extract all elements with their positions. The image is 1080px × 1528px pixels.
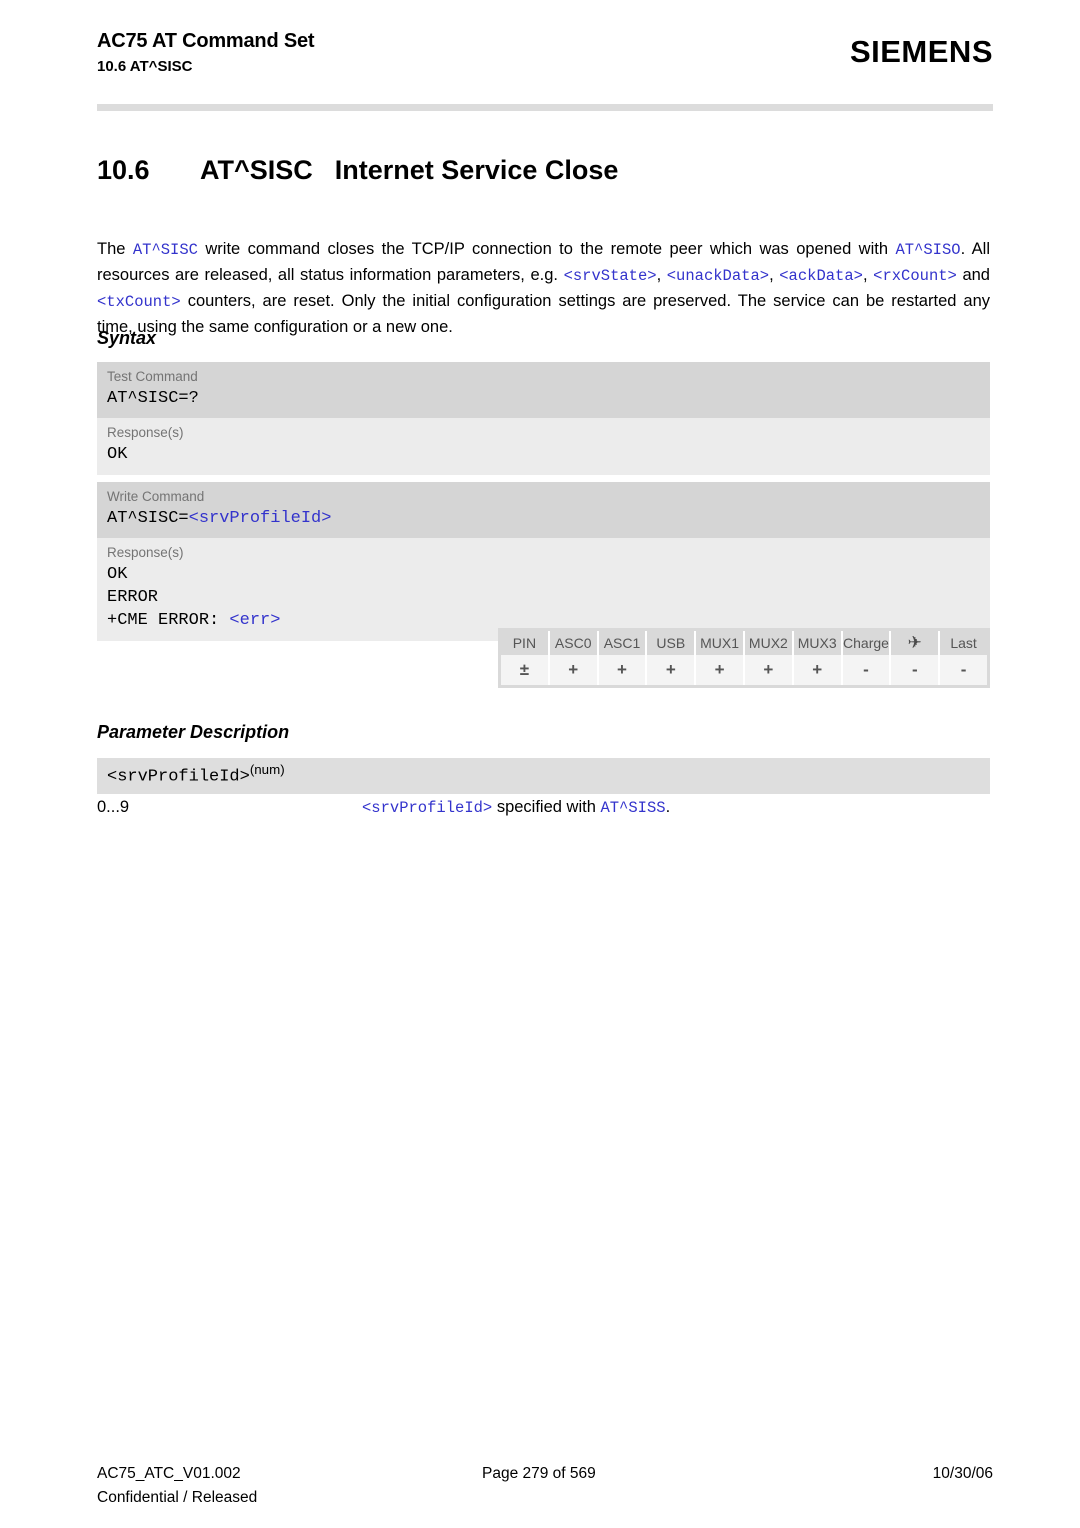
intro-text: , [862, 265, 874, 284]
intro-text: , [769, 265, 780, 284]
inline-code-txcount: <txCount> [97, 292, 181, 311]
capability-column-asc1: ASC1 [598, 631, 648, 655]
capability-value-usb: + [647, 655, 697, 685]
capability-value-asc1: + [598, 655, 648, 685]
capability-column-last: Last [940, 631, 987, 655]
airplane-icon: ✈ [891, 631, 941, 655]
inline-code-atsiso: AT^SISO [895, 240, 961, 259]
intro-text: , [656, 265, 667, 284]
page-footer: AC75_ATC_V01.002 Page 279 of 569 10/30/0… [97, 1462, 993, 1510]
page-title: 10.6 AT^SISC Internet Service Close [97, 153, 977, 187]
write-command-block: Write Command AT^SISC=<srvProfileId> Res… [97, 482, 990, 641]
header-divider [97, 104, 993, 111]
inline-code-rxcount: <rxCount> [873, 266, 957, 285]
test-command-syntax: AT^SISC=? [107, 389, 199, 408]
inline-code-atsiss: AT^SISS [600, 799, 666, 817]
test-command-block: Test Command AT^SISC=? Response(s) OK [97, 362, 990, 475]
capability-value-charge: - [842, 655, 892, 685]
capability-table: PIN ASC0 ASC1 USB MUX1 MUX2 MUX3 Charge … [498, 628, 990, 688]
parameter-value-row: 0...9 <srvProfileId> specified with AT^SI… [97, 795, 990, 820]
capability-value-mux3: + [793, 655, 843, 685]
write-response-error: ERROR [107, 588, 159, 607]
capability-column-pin: PIN [501, 631, 550, 655]
capability-column-mux2: MUX2 [744, 631, 794, 655]
parameter-value-range: 0...9 [97, 798, 130, 816]
test-response-ok: OK [107, 445, 128, 464]
capability-column-mux3: MUX3 [793, 631, 843, 655]
syntax-heading: Syntax [97, 328, 157, 348]
test-response-area: Response(s) OK [97, 418, 990, 475]
parameter-type: (num) [249, 762, 285, 777]
write-response-ok: OK [107, 565, 128, 584]
parameter-value-description: <srvProfileId> specified with AT^SISS. [362, 795, 670, 820]
capability-header-row: PIN ASC0 ASC1 USB MUX1 MUX2 MUX3 Charge … [501, 631, 987, 655]
capability-value-row: ± + + + + + + - - - [501, 655, 987, 685]
footer-line-2: Confidential / Released [97, 1486, 993, 1510]
parameter-description-heading: Parameter Description [97, 722, 290, 742]
intro-text: counters, are reset. Only the initial co… [97, 291, 990, 336]
write-command-prefix: AT^SISC= [107, 509, 189, 528]
parameter-desc-period: . [665, 798, 671, 816]
intro-text: The [97, 239, 133, 258]
capability-value-mux1: + [696, 655, 745, 685]
write-command-parameter: <srvProfileId> [188, 509, 332, 528]
section-number: 10.6 [97, 155, 150, 185]
write-command-area: Write Command AT^SISC=<srvProfileId> [97, 482, 990, 538]
capability-value-pin: ± [501, 655, 550, 685]
inline-code-ackdata: <ackData> [779, 266, 863, 285]
write-command-syntax: AT^SISC=<srvProfileId> [107, 507, 980, 530]
capability-column-asc0: ASC0 [549, 631, 599, 655]
capability-value-asc0: + [549, 655, 599, 685]
inline-code-unackdata: <unackData> [666, 266, 770, 285]
section-title-text: Internet Service Close [334, 155, 619, 185]
write-command-label: Write Command [107, 489, 205, 504]
capability-column-mux1: MUX1 [696, 631, 745, 655]
intro-text: write command closes the TCP/IP connecti… [197, 239, 896, 258]
inline-code-atsisc: AT^SISC [132, 240, 198, 259]
parameter-name-bar: <srvProfileId>(num) [97, 758, 990, 795]
cme-error-parameter: <err> [229, 611, 281, 630]
parameter-desc-text: specified with [492, 798, 601, 816]
write-response-label: Response(s) [107, 545, 184, 560]
document-page: AC75 AT Command Set 10.6 AT^SISC SIEMENS… [0, 0, 1080, 1528]
footer-line-1: AC75_ATC_V01.002 Page 279 of 569 10/30/0… [97, 1462, 993, 1486]
capability-value-last: - [940, 655, 987, 685]
write-response-area: Response(s) OK ERROR +CME ERROR: <err> [97, 538, 990, 641]
footer-page-number: Page 279 of 569 [482, 1465, 596, 1482]
footer-date: 10/30/06 [932, 1465, 993, 1482]
footer-classification: Confidential / Released [97, 1489, 258, 1506]
intro-paragraph: The AT^SISC write command closes the TCP… [97, 237, 990, 340]
capability-value-airplane: - [891, 655, 941, 685]
test-response-label: Response(s) [107, 425, 184, 440]
page-header: AC75 AT Command Set 10.6 AT^SISC SIEMENS [97, 28, 993, 90]
capability-column-usb: USB [647, 631, 697, 655]
capability-value-mux2: + [744, 655, 794, 685]
test-command-area: Test Command AT^SISC=? [97, 362, 990, 418]
siemens-logo: SIEMENS [849, 34, 993, 69]
footer-document-id: AC75_ATC_V01.002 [97, 1465, 241, 1482]
intro-text: and [956, 265, 990, 284]
inline-code-srvstate: <srvState> [563, 266, 657, 285]
section-command: AT^SISC [200, 155, 313, 185]
test-command-label: Test Command [107, 369, 198, 384]
syntax-section: Test Command AT^SISC=? Response(s) OK Wr… [97, 362, 990, 648]
cme-error-prefix: +CME ERROR: [107, 611, 230, 630]
parameter-name: <srvProfileId> [107, 767, 250, 787]
inline-code-srvprofileid: <srvProfileId> [362, 799, 493, 817]
capability-column-charge: Charge [842, 631, 892, 655]
